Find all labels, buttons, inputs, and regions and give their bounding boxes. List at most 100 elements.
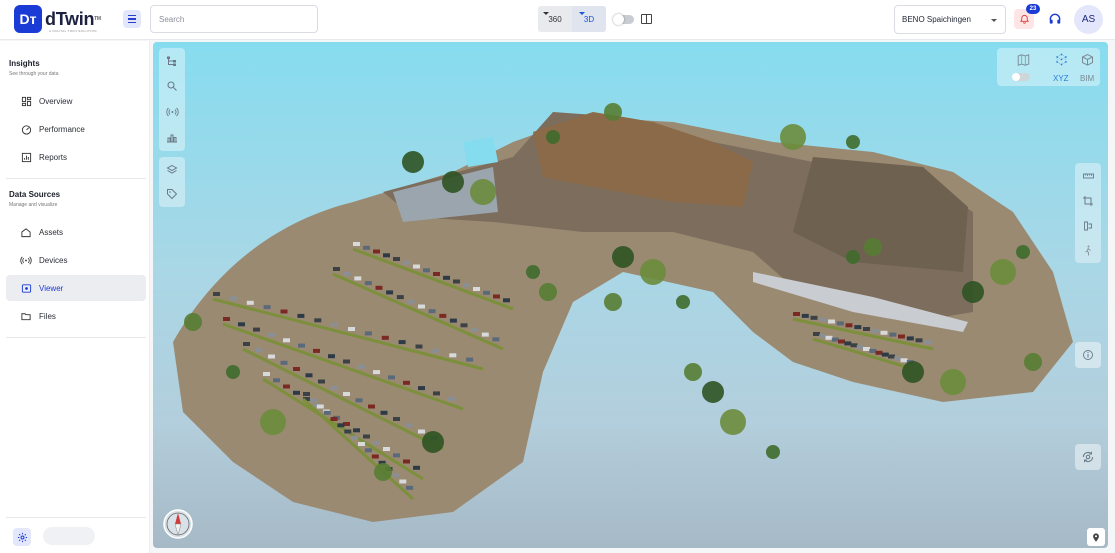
sidebar-item-assets[interactable]: Assets [6, 219, 146, 245]
grid-icon [20, 95, 32, 107]
orbit-button[interactable] [1075, 444, 1101, 470]
settings-button[interactable] [13, 528, 31, 546]
toggle-knob [613, 14, 624, 25]
section-subtitle-data-sources: Manage and visualize [9, 202, 58, 208]
view-mode-switch: 360 3D [538, 6, 606, 32]
tree-cluster [962, 281, 984, 303]
ruler-icon[interactable] [1079, 167, 1097, 185]
user-avatar[interactable]: AS [1074, 5, 1103, 34]
left-tool-panel [159, 48, 185, 151]
sidebar-item-overview[interactable]: Overview [6, 88, 146, 114]
view-mode-3d-button[interactable]: 3D [572, 6, 606, 32]
site-select-value: BENO Spaichingen [902, 15, 971, 24]
sidebar-item-viewer[interactable]: Viewer [6, 275, 146, 301]
tree-cluster [184, 313, 202, 331]
tree-cluster [702, 381, 724, 403]
tree-cluster [604, 293, 622, 311]
sidebar-item-label: Viewer [39, 283, 64, 293]
tag-icon[interactable] [163, 185, 181, 203]
compass-icon[interactable] [162, 508, 194, 540]
sidebar-item-devices[interactable]: Devices [6, 247, 146, 273]
mode-label-xyz[interactable]: XYZ [1053, 74, 1069, 83]
support-button[interactable] [1045, 9, 1065, 29]
mode-label-bim[interactable]: BIM [1080, 74, 1094, 83]
tree-cluster [402, 151, 424, 173]
report-icon [20, 151, 32, 163]
logo-mark: Dт [14, 5, 42, 33]
caret-down-icon [579, 12, 585, 15]
tree-cluster [470, 179, 496, 205]
section-title-insights: Insights [9, 59, 40, 68]
view-mode-panel: XYZ BIM [997, 48, 1100, 86]
map-icon[interactable] [1014, 51, 1032, 69]
view-mode-360-button[interactable]: 360 [538, 6, 572, 32]
view-toggle-switch[interactable] [613, 14, 634, 25]
3d-viewer-canvas[interactable]: XYZ BIM [153, 42, 1108, 548]
map-toggle-switch[interactable] [1012, 73, 1030, 81]
sidebar-divider [6, 517, 146, 518]
sidebar-divider [6, 178, 146, 179]
hamburger-menu-button[interactable] [123, 10, 141, 28]
site-select[interactable]: BENO Spaichingen [894, 5, 1006, 34]
tree-cluster [546, 130, 560, 144]
headset-icon [1049, 13, 1061, 24]
crop-icon[interactable] [1079, 192, 1097, 210]
sidebar-item-performance[interactable]: Performance [6, 116, 146, 142]
tree-cluster [846, 135, 860, 149]
section-icon[interactable] [1079, 217, 1097, 235]
gauge-icon [20, 123, 32, 135]
toggle-knob [1012, 73, 1020, 81]
left-tool-panel-2 [159, 157, 185, 207]
caret-down-icon [543, 12, 549, 15]
location-button[interactable] [1087, 528, 1105, 546]
top-bar: Dт dTwinTM A DIGITAL TWIN SOLUTION 360 3… [0, 0, 1115, 40]
tree-cluster [1024, 353, 1042, 371]
tree-cluster [526, 265, 540, 279]
tree-cluster [422, 431, 444, 453]
point-cloud-scene [173, 103, 1073, 522]
tree-icon[interactable] [163, 52, 181, 70]
section-subtitle-insights: See through your data [9, 71, 59, 77]
tree-cluster [539, 283, 557, 301]
walk-icon[interactable] [1079, 241, 1097, 259]
tree-cluster [260, 409, 286, 435]
chevron-down-icon [991, 19, 997, 22]
hamburger-icon [128, 15, 136, 17]
tree-cluster [846, 250, 860, 264]
tree-cluster [684, 363, 702, 381]
chart-icon[interactable] [163, 129, 181, 147]
sidebar-item-reports[interactable]: Reports [6, 144, 146, 170]
folder-icon [20, 310, 32, 322]
tree-cluster [766, 445, 780, 459]
sidebar-item-files[interactable]: Files [6, 303, 146, 329]
tree-cluster [1016, 245, 1030, 259]
tree-cluster [226, 365, 240, 379]
info-icon [1083, 350, 1093, 360]
tree-cluster [604, 103, 622, 121]
tree-cluster [990, 259, 1016, 285]
info-button[interactable] [1075, 342, 1101, 368]
tree-cluster [780, 124, 806, 150]
tree-cluster [640, 259, 666, 285]
sensor-icon[interactable] [163, 103, 181, 121]
location-pin-icon [1093, 532, 1099, 542]
split-view-icon[interactable] [641, 14, 652, 24]
logo-tm: TM [94, 16, 101, 22]
tree-cluster [902, 361, 924, 383]
search-icon[interactable] [163, 77, 181, 95]
right-tool-panel [1075, 163, 1101, 263]
search-input[interactable] [150, 5, 318, 33]
tree-cluster [720, 409, 746, 435]
sidebar-item-label: Reports [39, 152, 68, 162]
pointcloud-icon[interactable] [1052, 50, 1070, 68]
sidebar-divider [6, 337, 146, 338]
sidebar-item-label: Devices [39, 255, 68, 265]
logo-name: dTwin [45, 9, 95, 29]
section-title-data-sources: Data Sources [9, 190, 61, 199]
user-profile-pill[interactable] [43, 527, 95, 545]
sidebar-item-label: Assets [39, 227, 64, 237]
layers-icon[interactable] [163, 161, 181, 179]
sidebar-item-label: Performance [39, 124, 85, 134]
logo[interactable]: Dт dTwinTM A DIGITAL TWIN SOLUTION [14, 5, 101, 33]
cube-icon[interactable] [1078, 50, 1096, 68]
